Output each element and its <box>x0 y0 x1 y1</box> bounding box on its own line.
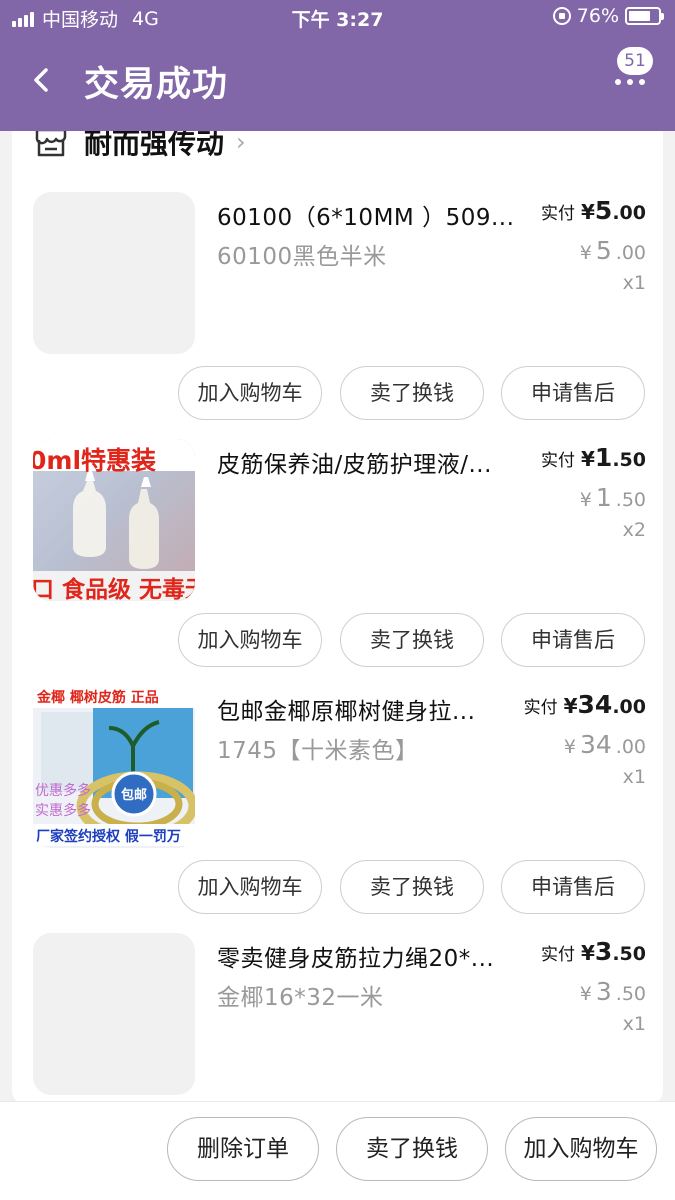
currency-symbol: ¥ <box>581 941 595 965</box>
quantity: x2 <box>622 519 646 541</box>
paid-label: 实付 <box>541 451 575 471</box>
resell-all-button[interactable]: 卖了换钱 <box>336 1117 488 1181</box>
more-dots-icon[interactable] <box>615 79 645 85</box>
paid-price: 实付 ¥5.00 <box>541 196 646 225</box>
paid-dec: .50 <box>612 449 646 471</box>
currency-symbol: ¥ <box>581 447 595 471</box>
currency-symbol: ¥ <box>579 489 592 511</box>
order-item[interactable]: 金椰 椰树皮筋 正品 优惠多多 实惠多多 包邮 厂家签约授权 假一罚万 包邮金椰… <box>12 686 663 933</box>
chevron-right-icon: › <box>236 128 246 156</box>
original-price: ¥3.50 <box>580 977 646 1006</box>
add-to-cart-button[interactable]: 加入购物车 <box>178 613 322 667</box>
orig-int: 34 <box>579 730 612 759</box>
paid-label: 实付 <box>541 945 575 965</box>
quantity: x1 <box>622 272 646 294</box>
product-thumbnail[interactable] <box>33 192 195 354</box>
orig-dec: .00 <box>615 736 646 758</box>
original-price: ¥5.00 <box>580 236 646 265</box>
status-right: 76% <box>552 5 664 27</box>
after-sale-button[interactable]: 申请售后 <box>501 860 645 914</box>
paid-int: 34 <box>577 690 613 719</box>
add-to-cart-button[interactable]: 加入购物车 <box>178 860 322 914</box>
orig-dec: .50 <box>615 983 646 1005</box>
product-title[interactable]: 皮筋保养油/皮筋护理液/... <box>217 445 517 479</box>
product-title[interactable]: 零卖健身皮筋拉力绳20*... <box>217 939 517 973</box>
app-header: 中国移动 4G 下午 3:27 76% 交易成功 51 <box>0 0 675 131</box>
paid-dec: .00 <box>612 696 646 718</box>
currency-symbol: ¥ <box>563 694 578 718</box>
thumb-caption-top: 金椰 椰树皮筋 正品 <box>37 690 159 706</box>
thumb-caption-bottom: 厂家签约授权 假一罚万 <box>36 829 181 845</box>
paid-price: 实付 ¥34.00 <box>524 690 646 719</box>
paid-label: 实付 <box>523 698 558 718</box>
thumb-caption-top: 0ml特惠装 <box>33 446 157 475</box>
bottom-action-bar: 删除订单 卖了换钱 加入购物车 <box>0 1101 675 1200</box>
battery-percent: 76% <box>576 5 619 27</box>
product-sku: 1745【十米素色】 <box>217 738 419 764</box>
battery-icon <box>625 7 664 25</box>
currency-symbol: ¥ <box>581 200 595 224</box>
orig-dec: .50 <box>615 489 646 511</box>
item-actions: 加入购物车 卖了换钱 申请售后 <box>12 613 663 667</box>
thumb-caption-bottom: 口 食品级 无毒无 <box>33 577 195 601</box>
product-sku: 60100黑色半米 <box>217 244 387 270</box>
thumb-badge: 包邮 <box>121 788 148 803</box>
paid-int: 1 <box>594 443 613 472</box>
paid-int: 5 <box>594 196 613 225</box>
currency-symbol: ¥ <box>579 242 592 264</box>
paid-label: 实付 <box>541 204 575 224</box>
orientation-lock-icon <box>552 7 571 25</box>
product-title[interactable]: 60100（6*10MM ）509... <box>217 198 517 232</box>
chevron-left-icon <box>34 68 48 92</box>
back-button[interactable] <box>24 56 64 104</box>
quantity: x1 <box>622 1013 646 1035</box>
item-actions: 加入购物车 卖了换钱 申请售后 <box>12 860 663 914</box>
currency-symbol: ¥ <box>579 983 592 1005</box>
paid-dec: .00 <box>612 202 646 224</box>
order-item[interactable]: 零卖健身皮筋拉力绳20*... 金椰16*32一米 实付 ¥3.50 ¥3.50… <box>12 933 663 1106</box>
product-thumbnail[interactable]: 0ml特惠装 口 食品级 无毒无 <box>33 439 195 601</box>
paid-price: 实付 ¥1.50 <box>541 443 646 472</box>
quantity: x1 <box>622 766 646 788</box>
page-title: 交易成功 <box>84 65 229 105</box>
item-actions: 加入购物车 卖了换钱 申请售后 <box>12 366 663 420</box>
thumb-caption-side: 优惠多多 <box>35 783 91 799</box>
resell-button[interactable]: 卖了换钱 <box>340 860 484 914</box>
orig-int: 5 <box>595 236 612 265</box>
thumb-caption-side: 实惠多多 <box>35 803 91 819</box>
resell-button[interactable]: 卖了换钱 <box>340 613 484 667</box>
order-item[interactable]: 60100（6*10MM ）509... 60100黑色半米 实付 ¥5.00 … <box>12 192 663 439</box>
add-to-cart-button[interactable]: 加入购物车 <box>178 366 322 420</box>
product-title[interactable]: 包邮金椰原椰树健身拉... <box>217 692 517 726</box>
status-bar: 中国移动 4G 下午 3:27 76% <box>0 0 675 36</box>
message-count-badge[interactable]: 51 <box>617 47 653 75</box>
paid-int: 3 <box>594 937 613 966</box>
paid-dec: .50 <box>612 943 646 965</box>
original-price: ¥34.00 <box>564 730 646 759</box>
order-card: 耐而强传动 › 60100（6*10MM ）509... 60100黑色半米 实… <box>12 106 663 1106</box>
resell-button[interactable]: 卖了换钱 <box>340 366 484 420</box>
order-item[interactable]: 0ml特惠装 口 食品级 无毒无 皮筋保养油/皮筋护理液/... 实付 ¥1.5… <box>12 439 663 686</box>
add-all-to-cart-button[interactable]: 加入购物车 <box>505 1117 657 1181</box>
orig-dec: .00 <box>615 242 646 264</box>
delete-order-button[interactable]: 删除订单 <box>167 1117 319 1181</box>
orig-int: 1 <box>595 483 612 512</box>
product-sku: 金椰16*32一米 <box>217 985 384 1011</box>
rubber-tube-image <box>33 686 195 846</box>
product-thumbnail[interactable] <box>33 933 195 1095</box>
after-sale-button[interactable]: 申请售后 <box>501 613 645 667</box>
original-price: ¥1.50 <box>580 483 646 512</box>
paid-price: 实付 ¥3.50 <box>541 937 646 966</box>
currency-symbol: ¥ <box>563 736 576 758</box>
orig-int: 3 <box>595 977 612 1006</box>
after-sale-button[interactable]: 申请售后 <box>501 366 645 420</box>
product-thumbnail[interactable]: 金椰 椰树皮筋 正品 优惠多多 实惠多多 包邮 厂家签约授权 假一罚万 <box>33 686 195 848</box>
